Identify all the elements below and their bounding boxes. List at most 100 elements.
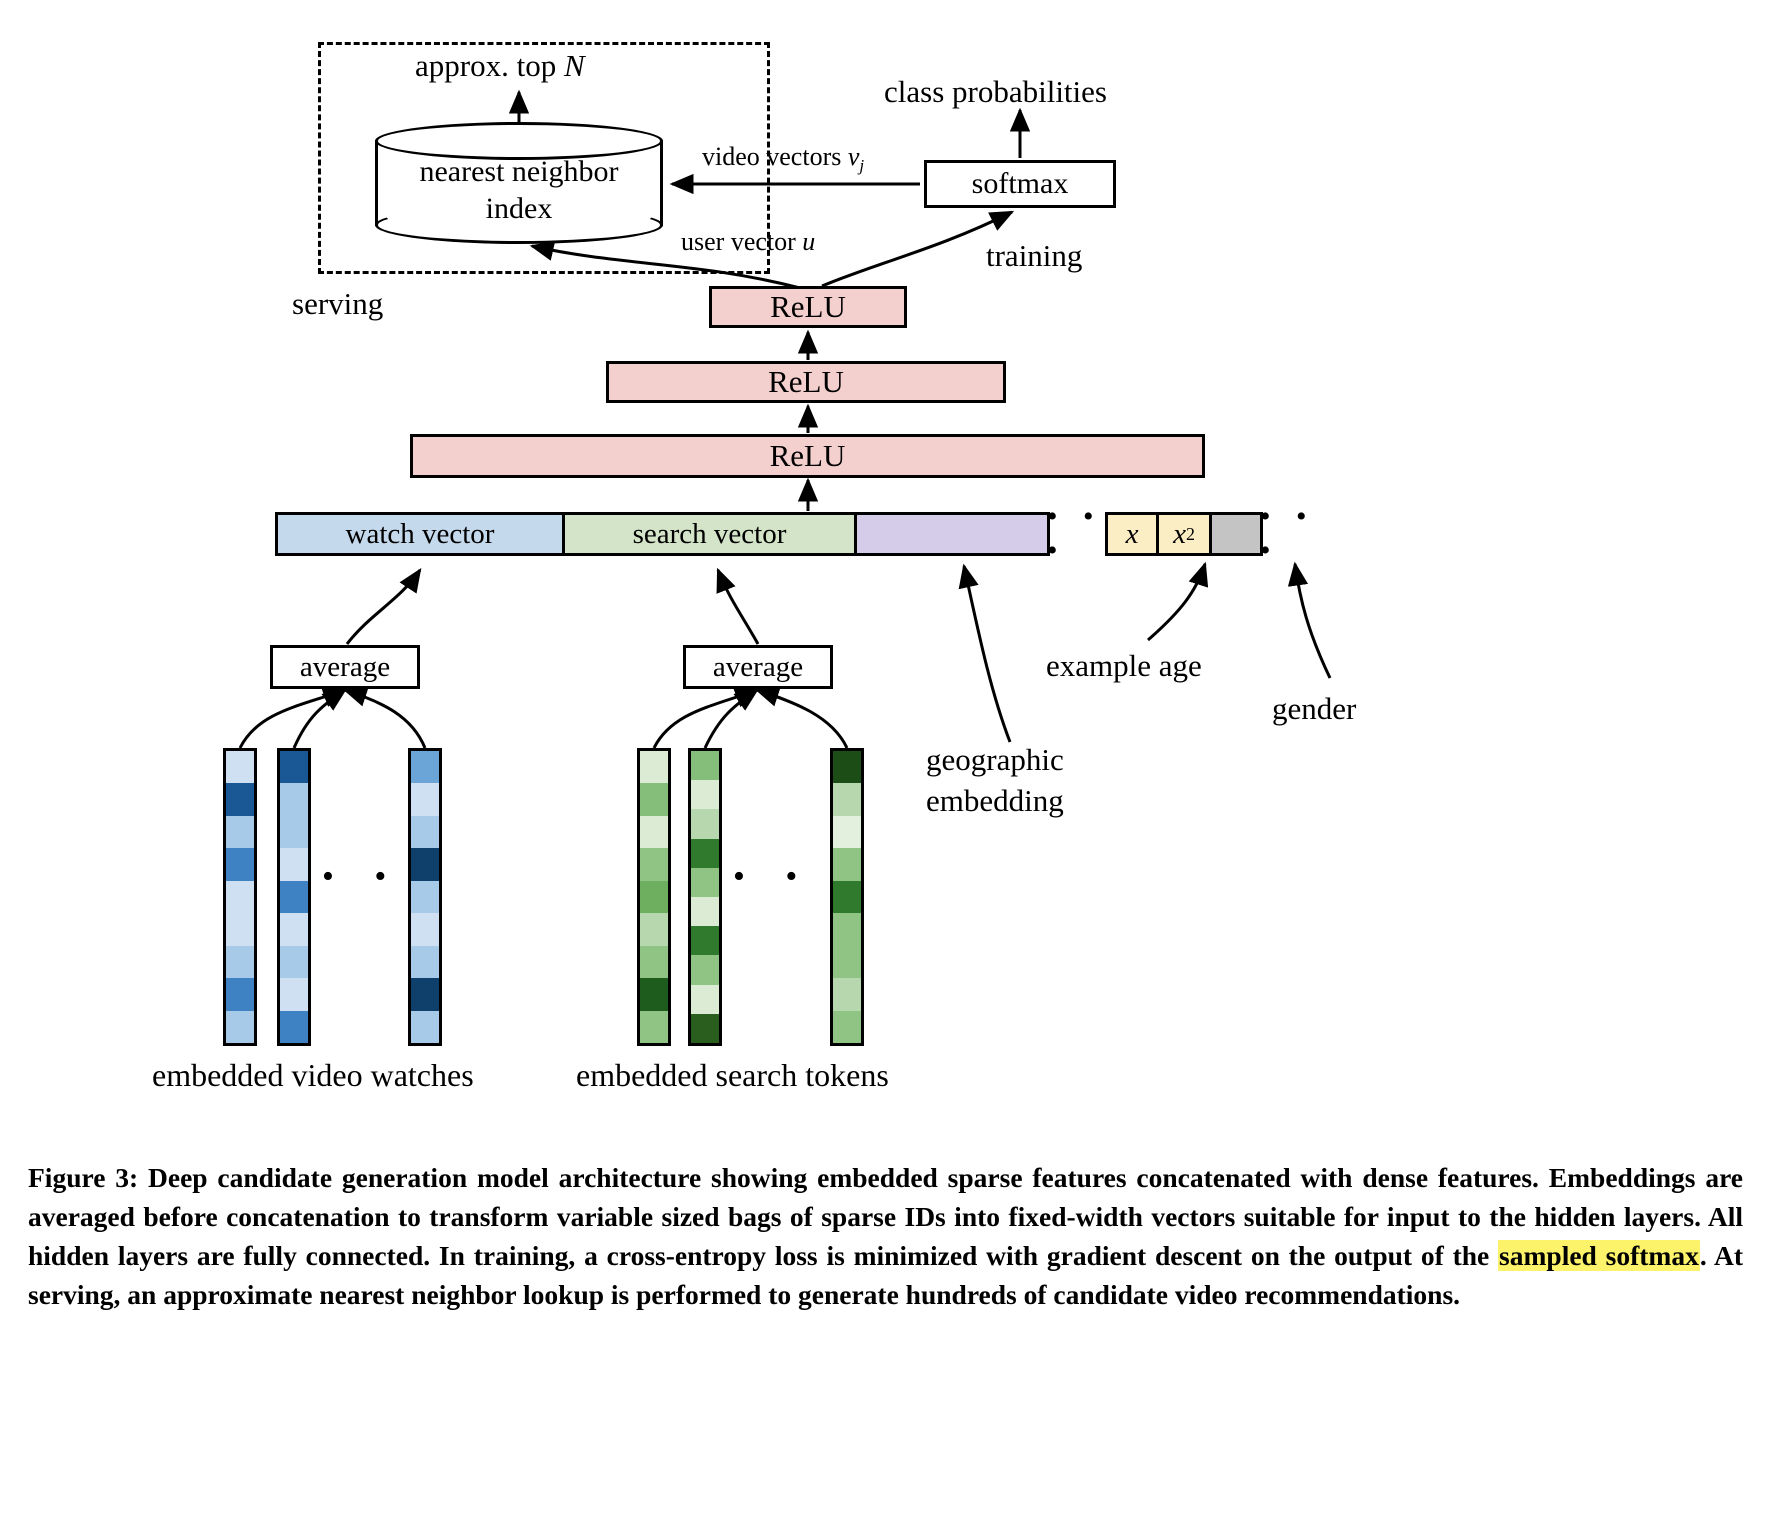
watch-embedding-1-cell-7 xyxy=(226,945,254,979)
cylinder-label-line2: index xyxy=(485,191,553,225)
search-embedding-1-cell-5 xyxy=(640,880,668,914)
watch-embedding-2-cell-4 xyxy=(280,848,308,881)
caption-text-body: Deep candidate generation model architec… xyxy=(28,1162,1744,1272)
concat-segment-x[interactable]: x xyxy=(1105,512,1159,556)
cylinder-label: nearest neighbor index xyxy=(375,154,663,227)
cylinder-label-line1: nearest neighbor xyxy=(419,155,619,188)
watch-embedding-3-cell-4 xyxy=(411,848,439,881)
training-label: training xyxy=(986,238,1083,273)
watch-embedding-2-cell-1 xyxy=(280,751,308,784)
user-vector-label: user vector u xyxy=(681,227,816,256)
concat-segment-geo[interactable] xyxy=(854,512,1050,556)
watch-embedding-3-cell-5 xyxy=(411,880,439,914)
feature-concatenation-row: watch vector search vector • • • x x 2 • • • xyxy=(275,500,1318,567)
search-embedding-2 xyxy=(688,748,722,1046)
watch-embedding-2-cell-3 xyxy=(280,815,308,849)
user-vector-variable: u xyxy=(802,227,816,256)
search-embedding-3-cell-8 xyxy=(833,978,861,1011)
watch-embedding-1-cell-1 xyxy=(226,751,254,784)
watch-embedding-2-cell-2 xyxy=(280,783,308,816)
search-embedding-3-cell-6 xyxy=(833,913,861,946)
search-embedding-2-cell-7 xyxy=(691,926,719,956)
embedded-search-tokens-label: embedded search tokens xyxy=(576,1057,889,1093)
watch-embedding-1-cell-3 xyxy=(226,815,254,849)
search-embedding-2-cell-9 xyxy=(691,984,719,1014)
search-embedding-1-cell-6 xyxy=(640,913,668,946)
relu-layer-1[interactable]: ReLU xyxy=(410,434,1205,478)
watch-embedding-1-cell-4 xyxy=(226,848,254,881)
watch-embedding-2 xyxy=(277,748,311,1046)
embedded-video-watches-label: embedded video watches xyxy=(152,1057,474,1093)
search-embedding-2-cell-8 xyxy=(691,955,719,985)
approx-top-n-label: approx. top N xyxy=(415,48,585,83)
relu-layer-3[interactable]: ReLU xyxy=(709,286,907,328)
gender-label: gender xyxy=(1272,691,1357,726)
search-embedding-3-cell-5 xyxy=(833,880,861,914)
example-age-label: example age xyxy=(1046,648,1202,683)
search-embedding-2-cell-4 xyxy=(691,838,719,868)
concat-segment-search[interactable]: search vector xyxy=(562,512,857,556)
watch-embedding-3-cell-9 xyxy=(411,1010,439,1043)
watch-embedding-3-cell-8 xyxy=(411,978,439,1011)
watch-embedding-3-cell-1 xyxy=(411,751,439,784)
caption-highlight-sampled-softmax: sampled softmax xyxy=(1498,1240,1700,1272)
search-embedding-1-cell-2 xyxy=(640,783,668,816)
serving-label: serving xyxy=(292,286,384,321)
watch-embedding-3-cell-3 xyxy=(411,815,439,849)
figure-3-diagram: nearest neighbor index approx. top N cla… xyxy=(0,0,1772,1526)
search-embedding-2-cell-3 xyxy=(691,809,719,839)
search-embedding-1-cell-9 xyxy=(640,1010,668,1043)
watch-embedding-1-cell-9 xyxy=(226,1010,254,1043)
watch-embedding-1-cell-2 xyxy=(226,783,254,816)
watch-embedding-1-cell-8 xyxy=(226,978,254,1011)
concat-ellipsis-gap2: • • • xyxy=(1260,500,1316,567)
video-vectors-variable: vj xyxy=(847,142,865,176)
concat-segment-gender[interactable] xyxy=(1209,512,1263,556)
search-embedding-3-cell-1 xyxy=(833,751,861,784)
nearest-neighbor-index-cylinder: nearest neighbor index xyxy=(375,122,663,244)
concat-segment-watch[interactable]: watch vector xyxy=(275,512,565,556)
video-vectors-label: video vectors vj xyxy=(702,142,865,176)
watch-embedding-1-cell-5 xyxy=(226,880,254,914)
search-embedding-3-cell-2 xyxy=(833,783,861,816)
search-embedding-1-cell-4 xyxy=(640,848,668,881)
search-embedding-2-cell-5 xyxy=(691,867,719,898)
search-embedding-1 xyxy=(637,748,671,1046)
watch-embedding-2-cell-8 xyxy=(280,978,308,1011)
watch-embedding-3-cell-6 xyxy=(411,913,439,946)
relu-layer-2[interactable]: ReLU xyxy=(606,361,1006,403)
watch-embedding-1-cell-6 xyxy=(226,913,254,946)
average-box-watch[interactable]: average xyxy=(270,645,420,689)
watch-embedding-3-cell-7 xyxy=(411,945,439,979)
concat-segment-x2[interactable]: x2 xyxy=(1156,512,1212,556)
search-embedding-1-cell-3 xyxy=(640,815,668,849)
search-embedding-3-cell-7 xyxy=(833,945,861,979)
search-embedding-3-cell-9 xyxy=(833,1010,861,1043)
search-embedding-2-cell-2 xyxy=(691,780,719,810)
search-embedding-3 xyxy=(830,748,864,1046)
search-embedding-2-cell-6 xyxy=(691,897,719,927)
geographic-embedding-label: geographic embedding xyxy=(926,740,1064,822)
class-probabilities-label: class probabilities xyxy=(884,74,1107,109)
watch-embedding-1 xyxy=(223,748,257,1046)
watch-embedding-2-cell-6 xyxy=(280,913,308,946)
watch-embedding-2-cell-5 xyxy=(280,880,308,914)
concat-ellipsis-gap1: • • • xyxy=(1047,500,1103,567)
figure-number: Figure 3: xyxy=(28,1162,139,1193)
average-box-search[interactable]: average xyxy=(683,645,833,689)
search-embedding-1-cell-8 xyxy=(640,978,668,1011)
search-embedding-1-cell-1 xyxy=(640,751,668,784)
geographic-embedding-line2: embedding xyxy=(926,782,1064,818)
watch-embedding-3 xyxy=(408,748,442,1046)
search-embedding-3-cell-4 xyxy=(833,848,861,881)
search-embedding-1-cell-7 xyxy=(640,945,668,979)
figure-caption: Figure 3: Deep candidate generation mode… xyxy=(28,1158,1743,1314)
softmax-box[interactable]: softmax xyxy=(924,160,1116,208)
watch-embedding-3-cell-2 xyxy=(411,783,439,816)
geographic-embedding-line1: geographic xyxy=(926,742,1064,777)
search-embedding-3-cell-3 xyxy=(833,815,861,849)
caption-text-part1 xyxy=(138,1162,148,1193)
watch-embedding-2-cell-9 xyxy=(280,1010,308,1043)
search-embedding-2-cell-1 xyxy=(691,751,719,781)
search-embedding-2-cell-10 xyxy=(691,1013,719,1044)
